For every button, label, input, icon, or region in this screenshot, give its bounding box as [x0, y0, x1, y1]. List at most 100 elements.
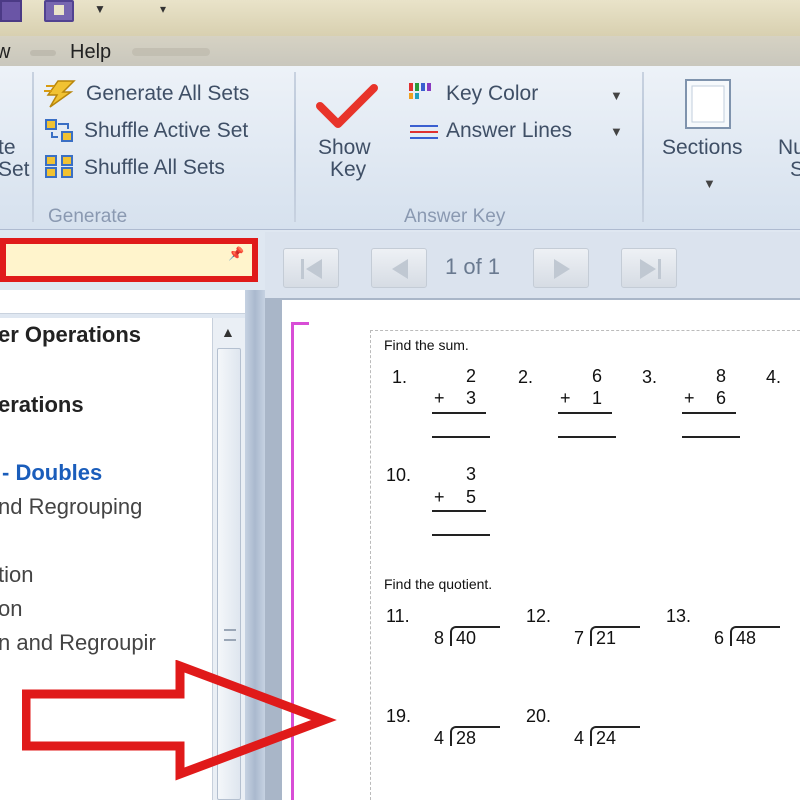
problem-number: 10. [386, 465, 412, 485]
addend-bottom: 5 [466, 487, 477, 507]
answer-line [432, 436, 490, 438]
dividend: 21 [596, 628, 617, 648]
chevron-down-icon[interactable]: ▼ [94, 2, 106, 16]
next-page-icon [554, 259, 570, 279]
first-page-button[interactable] [283, 248, 339, 288]
scroll-up-icon[interactable]: ▲ [221, 324, 235, 340]
menu-bar: w Help [0, 36, 800, 66]
addend-top: 3 [466, 464, 477, 484]
addend-bottom: 3 [466, 388, 477, 408]
problem-number: 3. [642, 367, 658, 387]
menu-help[interactable]: Help [70, 41, 111, 64]
previous-page-icon [392, 259, 408, 279]
shuffle-icon[interactable] [44, 118, 74, 144]
divisor: 7 [574, 628, 585, 648]
tree-node[interactable]: on [0, 596, 22, 622]
operator: + [560, 388, 571, 408]
problem-number: 13. [666, 606, 692, 626]
tree-node[interactable]: tion [0, 562, 33, 588]
divisor: 4 [434, 728, 445, 748]
answer-lines-button[interactable]: Answer Lines [446, 119, 572, 143]
group-separator [294, 72, 296, 222]
margin-guide [291, 322, 309, 325]
show-key-button-line1[interactable]: Show [318, 136, 371, 160]
customize-toolbar-icon[interactable]: ▾ [160, 2, 166, 16]
checkmark-icon[interactable] [316, 82, 378, 132]
addend-bottom: 1 [592, 388, 603, 408]
menu-view[interactable]: w [0, 41, 10, 64]
answer-lines-dropdown-icon[interactable]: ▼ [610, 124, 623, 139]
divisor: 4 [574, 728, 585, 748]
save-icon[interactable] [0, 0, 22, 22]
key-color-button[interactable]: Key Color [446, 82, 538, 106]
answer-line [558, 436, 616, 438]
partial-button-label[interactable]: Nu [778, 136, 800, 160]
sum-line [432, 510, 486, 512]
addend-top: 8 [716, 366, 727, 386]
next-page-button[interactable] [533, 248, 589, 288]
problem-number: 1. [392, 367, 408, 387]
grip-icon [224, 629, 236, 641]
group-label-generate: Generate [48, 206, 128, 227]
divisor: 6 [714, 628, 725, 648]
ribbon: te Set Generate All Sets Shuffle Active … [0, 66, 800, 230]
addend-top: 6 [592, 366, 603, 386]
sum-line [432, 412, 486, 414]
key-color-icon[interactable] [408, 82, 438, 108]
problem-number: 12. [526, 606, 552, 626]
partial-button-label[interactable]: te [0, 136, 16, 160]
dividend: 40 [456, 628, 477, 648]
tree-node[interactable]: nd Regrouping [0, 494, 142, 520]
page-indicator: 1 of 1 [445, 254, 501, 279]
partial-button-label[interactable]: Set [0, 158, 30, 182]
sections-dropdown-icon[interactable]: ▼ [703, 176, 716, 191]
problem-number: 2. [518, 367, 534, 387]
dividend: 24 [596, 728, 617, 748]
tree-node-selected[interactable]: - Doubles [2, 460, 102, 486]
sections-icon[interactable] [684, 78, 732, 130]
print-preview-icon[interactable] [44, 0, 74, 22]
divisor: 8 [434, 628, 445, 648]
last-page-button[interactable] [621, 248, 677, 288]
section-instruction: Find the sum. [384, 337, 469, 353]
menu-item-blurred[interactable] [132, 48, 210, 56]
key-color-dropdown-icon[interactable]: ▼ [610, 88, 623, 103]
operator: + [684, 388, 695, 408]
partial-button-label[interactable]: S [790, 158, 800, 182]
pin-icon[interactable]: 📌 [228, 246, 244, 262]
previous-page-button[interactable] [371, 248, 427, 288]
red-arrow-annotation [22, 660, 337, 781]
last-page-icon [640, 259, 661, 279]
generate-all-sets-button[interactable]: Generate All Sets [86, 82, 249, 106]
first-page-icon [301, 259, 322, 279]
nav-pane-header[interactable]: 📌 [0, 238, 258, 282]
problem-number: 19. [386, 706, 412, 726]
group-label-answer-key: Answer Key [404, 206, 506, 227]
nav-filter-bar[interactable] [0, 290, 245, 314]
answer-line [432, 534, 490, 536]
addend-top: 2 [466, 366, 477, 386]
answer-line [682, 436, 740, 438]
show-key-button-line2[interactable]: Key [330, 158, 366, 182]
answer-lines-icon[interactable] [408, 120, 438, 146]
shuffle-all-sets-button[interactable]: Shuffle All Sets [84, 156, 225, 180]
dividend: 48 [736, 628, 757, 648]
tree-node[interactable]: n and Regroupir [0, 630, 156, 656]
sections-button[interactable]: Sections [662, 136, 743, 160]
operator: + [434, 388, 445, 408]
lightning-icon[interactable] [44, 80, 76, 108]
addend-bottom: 6 [716, 388, 727, 408]
problem-number: 11. [386, 606, 410, 626]
group-separator [642, 72, 644, 222]
shuffle-all-icon[interactable] [44, 154, 74, 180]
shuffle-active-set-button[interactable]: Shuffle Active Set [84, 119, 248, 143]
title-bar: ▼ ▾ [0, 0, 800, 36]
group-separator [32, 72, 34, 222]
menu-item-blurred[interactable] [30, 50, 56, 56]
section-instruction: Find the quotient. [384, 576, 493, 592]
tree-node[interactable]: er Operations [0, 322, 141, 348]
dividend: 28 [456, 728, 477, 748]
tree-node[interactable]: erations [0, 392, 84, 418]
problem-number: 4. [766, 367, 782, 387]
preview-toolbar: 1 of 1 [265, 232, 800, 298]
